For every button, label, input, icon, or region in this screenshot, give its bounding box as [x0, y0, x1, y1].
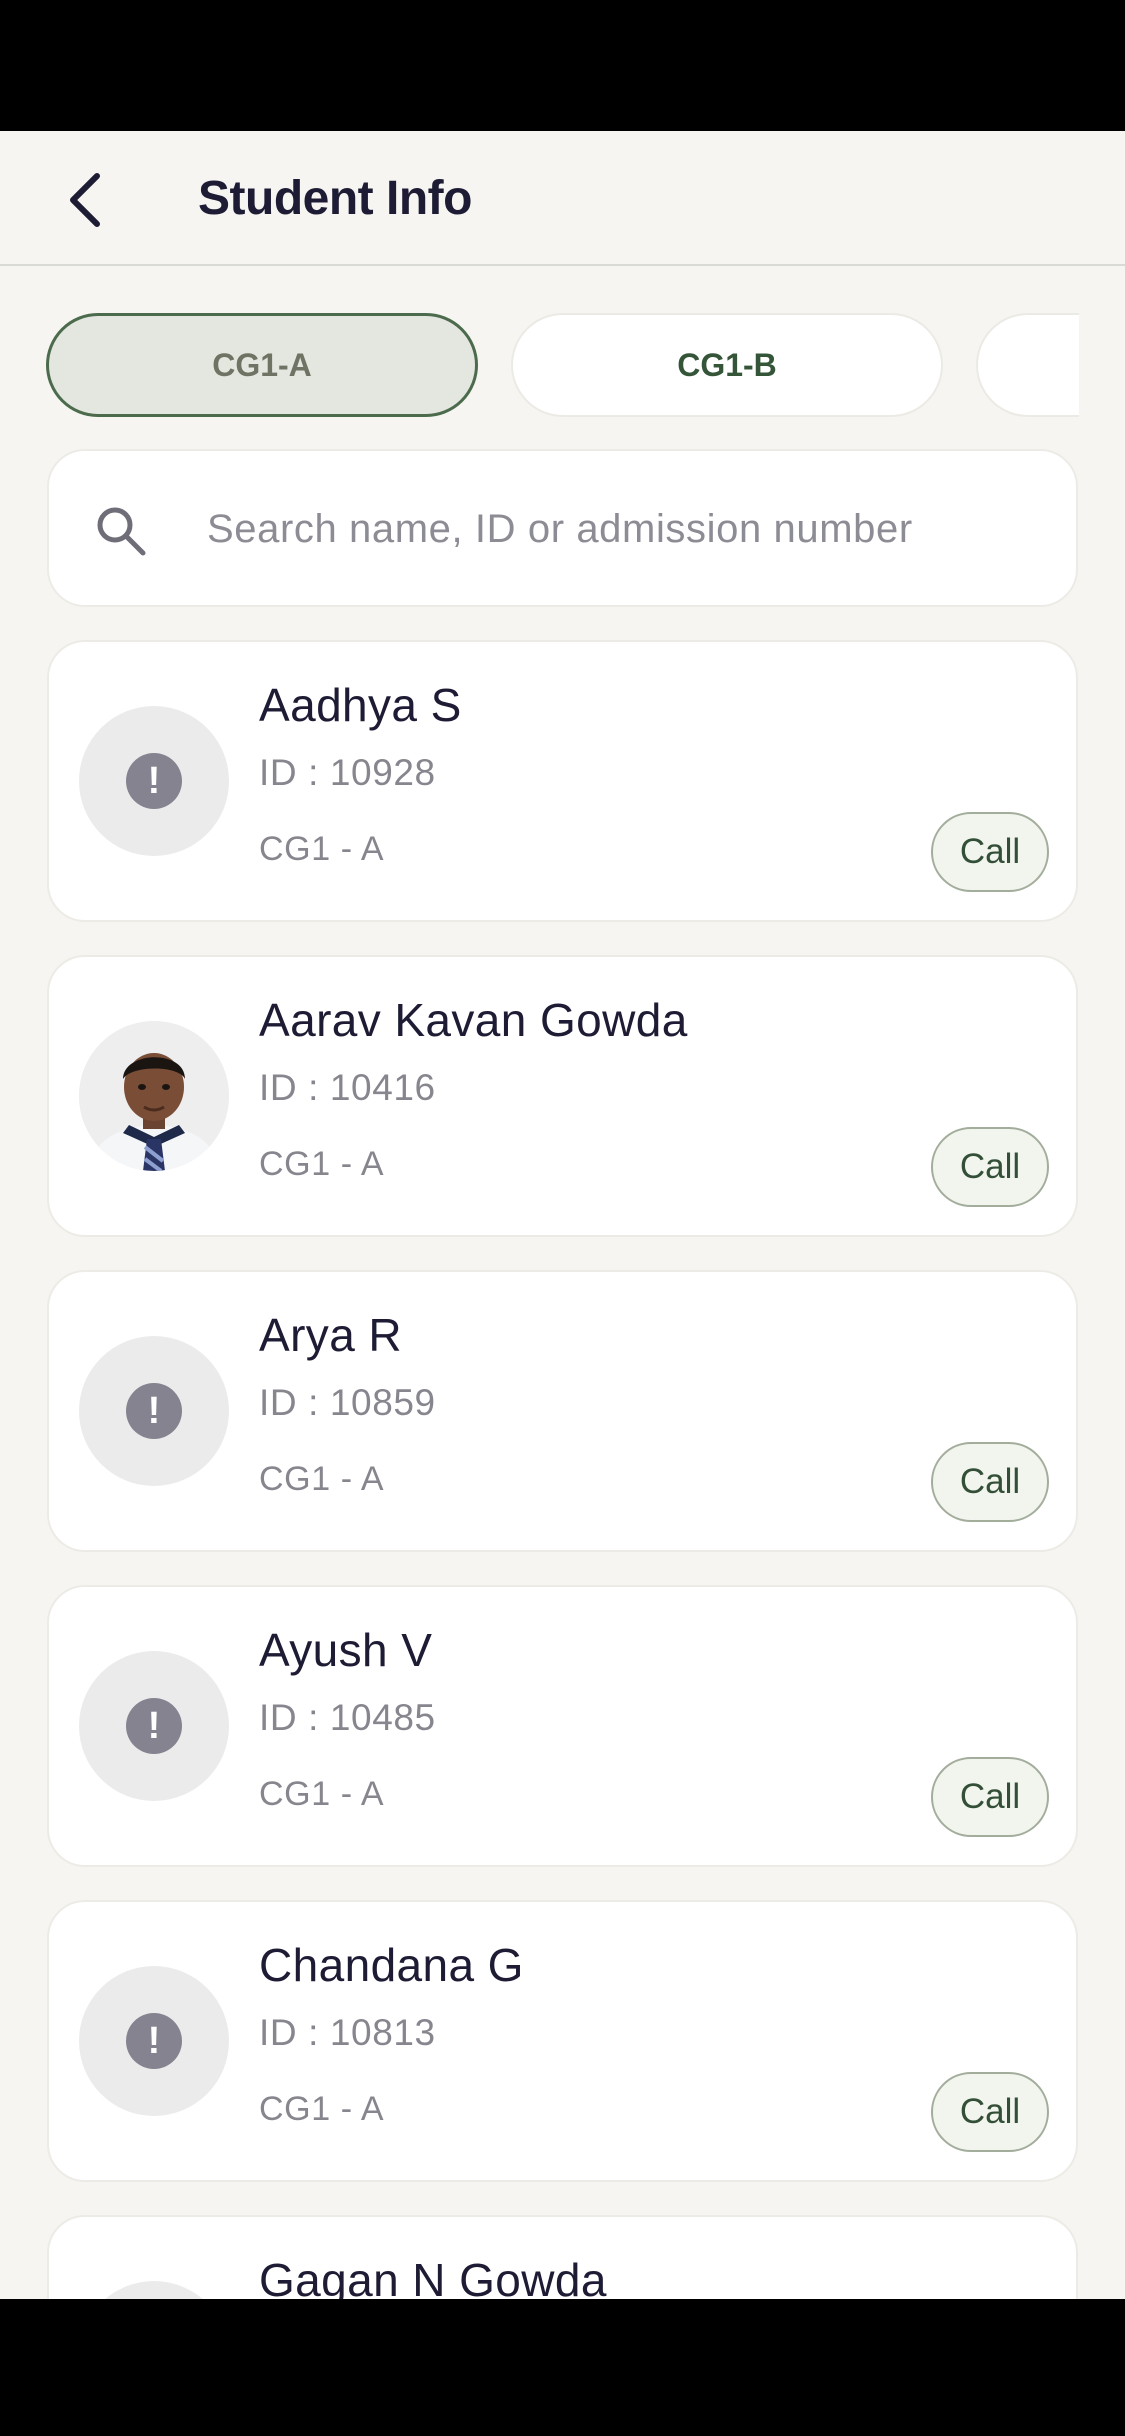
student-card[interactable]: Aarav Kavan Gowda ID : 10416 CG1 - A Cal… — [47, 955, 1078, 1237]
tab-next[interactable] — [976, 313, 1079, 417]
avatar: ! — [79, 2281, 229, 2299]
search-icon — [97, 507, 146, 556]
page-title: Student Info — [198, 172, 472, 225]
tab-cg1-b[interactable]: CG1-B — [511, 313, 943, 417]
app-screen: Student Info CG1-A CG1-B ! Aadhya S ID :… — [0, 131, 1125, 2299]
alert-icon: ! — [126, 1383, 182, 1439]
student-card[interactable]: ! Aadhya S ID : 10928 CG1 - A Call — [47, 640, 1078, 922]
alert-icon: ! — [126, 753, 182, 809]
alert-icon: ! — [126, 1698, 182, 1754]
alert-icon: ! — [126, 2013, 182, 2069]
avatar: ! — [79, 1966, 229, 2116]
student-id: ID : 10928 — [259, 752, 436, 793]
class-tabs: CG1-A CG1-B — [46, 313, 1079, 417]
student-card[interactable]: ! Gagan N Gowda — [47, 2215, 1078, 2299]
tab-cg1-a[interactable]: CG1-A — [46, 313, 478, 417]
student-id: ID : 10813 — [259, 2012, 436, 2053]
status-bar — [0, 0, 1125, 131]
navigation-bar — [0, 2299, 1125, 2436]
student-card[interactable]: ! Arya R ID : 10859 CG1 - A Call — [47, 1270, 1078, 1552]
call-button[interactable]: Call — [931, 2072, 1049, 2152]
call-button[interactable]: Call — [931, 1757, 1049, 1837]
student-name: Ayush V — [259, 1624, 433, 1676]
call-button[interactable]: Call — [931, 1442, 1049, 1522]
student-id: ID : 10416 — [259, 1067, 436, 1108]
avatar: ! — [79, 1651, 229, 1801]
student-class: CG1 - A — [259, 1145, 385, 1183]
app-header: Student Info — [0, 131, 1125, 266]
student-card[interactable]: ! Chandana G ID : 10813 CG1 - A Call — [47, 1900, 1078, 2182]
student-class: CG1 - A — [259, 2090, 385, 2128]
back-button[interactable] — [50, 165, 120, 235]
call-button[interactable]: Call — [931, 812, 1049, 892]
call-button[interactable]: Call — [931, 1127, 1049, 1207]
chevron-left-icon — [70, 173, 100, 227]
student-id: ID : 10859 — [259, 1382, 436, 1423]
avatar — [79, 1021, 229, 1171]
student-name: Aarav Kavan Gowda — [259, 994, 688, 1046]
student-name: Aadhya S — [259, 679, 462, 731]
student-card[interactable]: ! Ayush V ID : 10485 CG1 - A Call — [47, 1585, 1078, 1867]
avatar: ! — [79, 706, 229, 856]
student-class: CG1 - A — [259, 1775, 385, 1813]
student-name: Chandana G — [259, 1939, 524, 1991]
search-input[interactable] — [207, 497, 1047, 561]
student-photo — [79, 1021, 229, 1171]
search-bar — [47, 449, 1078, 607]
student-id: ID : 10485 — [259, 1697, 436, 1738]
avatar: ! — [79, 1336, 229, 1486]
student-class: CG1 - A — [259, 1460, 385, 1498]
student-class: CG1 - A — [259, 830, 385, 868]
student-name: Gagan N Gowda — [259, 2254, 607, 2299]
student-name: Arya R — [259, 1309, 402, 1361]
